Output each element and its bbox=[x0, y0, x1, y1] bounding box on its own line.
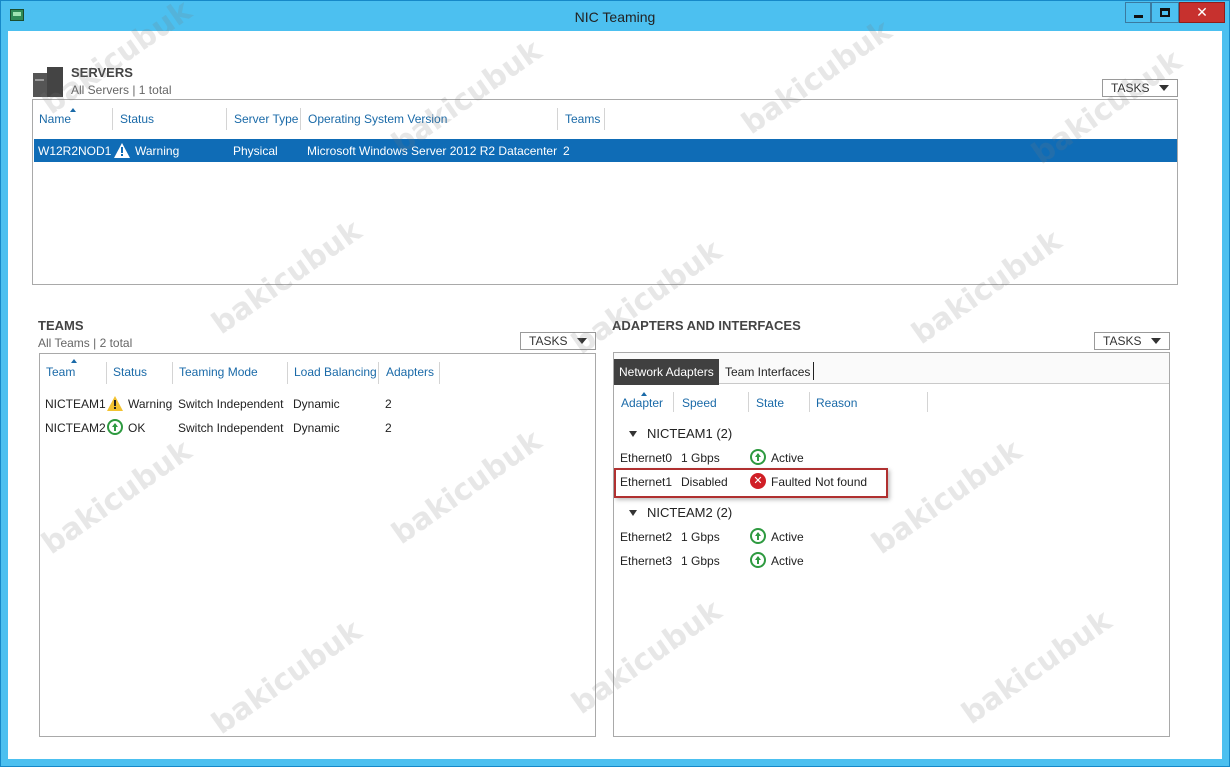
adapter-state-cell: Active bbox=[771, 451, 804, 465]
tasks-label: TASKS bbox=[529, 334, 568, 348]
tab-team-interfaces[interactable]: Team Interfaces bbox=[720, 359, 815, 385]
group-header-nicteam2[interactable]: NICTEAM2 (2) bbox=[647, 505, 732, 520]
column-header-teams[interactable]: Teams bbox=[565, 112, 600, 126]
chevron-down-icon bbox=[1151, 338, 1161, 344]
adapter-speed-cell: 1 Gbps bbox=[681, 554, 720, 568]
servers-title: SERVERS bbox=[71, 65, 133, 80]
tasks-label: TASKS bbox=[1111, 81, 1150, 95]
servers-table bbox=[32, 99, 1178, 285]
team-adapters-cell: 2 bbox=[385, 397, 392, 411]
title-bar[interactable]: NIC Teaming ✕ bbox=[1, 1, 1229, 32]
collapse-triangle-icon[interactable] bbox=[629, 431, 637, 437]
adapter-state-cell: Active bbox=[771, 554, 804, 568]
ok-icon bbox=[750, 449, 766, 465]
warning-icon bbox=[107, 396, 123, 411]
tasks-label: TASKS bbox=[1103, 334, 1142, 348]
close-button[interactable]: ✕ bbox=[1179, 2, 1225, 23]
column-header-load-balancing[interactable]: Load Balancing bbox=[294, 365, 377, 379]
window-title: NIC Teaming bbox=[574, 9, 656, 25]
column-header-adapters[interactable]: Adapters bbox=[386, 365, 434, 379]
team-lb-cell: Dynamic bbox=[293, 421, 340, 435]
ok-icon bbox=[107, 419, 123, 435]
server-os-cell: Microsoft Windows Server 2012 R2 Datacen… bbox=[307, 144, 558, 158]
collapse-triangle-icon[interactable] bbox=[629, 510, 637, 516]
adapters-title: ADAPTERS AND INTERFACES bbox=[612, 318, 801, 333]
server-name-cell: W12R2NOD1 bbox=[38, 144, 112, 158]
tab-network-adapters[interactable]: Network Adapters bbox=[614, 359, 719, 385]
minimize-icon bbox=[1133, 15, 1143, 18]
team-mode-cell: Switch Independent bbox=[178, 421, 284, 435]
column-header-server-type[interactable]: Server Type bbox=[234, 112, 298, 126]
faulted-row-highlight bbox=[614, 468, 888, 498]
column-header-name[interactable]: Name bbox=[39, 112, 71, 126]
chevron-down-icon bbox=[1159, 85, 1169, 91]
team-name-cell[interactable]: NICTEAM2 bbox=[45, 421, 106, 435]
team-status-cell: OK bbox=[128, 421, 146, 435]
maximize-button[interactable] bbox=[1151, 2, 1179, 23]
column-header-speed[interactable]: Speed bbox=[682, 396, 717, 410]
adapter-name-cell[interactable]: Ethernet0 bbox=[620, 451, 672, 465]
close-icon: ✕ bbox=[1196, 4, 1208, 20]
adapter-speed-cell: 1 Gbps bbox=[681, 451, 720, 465]
team-name-cell[interactable]: NICTEAM1 bbox=[45, 397, 106, 411]
column-header-os-version[interactable]: Operating System Version bbox=[308, 112, 447, 126]
adapter-name-cell[interactable]: Ethernet2 bbox=[620, 530, 672, 544]
server-status-cell: Warning bbox=[135, 144, 180, 158]
group-header-nicteam1[interactable]: NICTEAM1 (2) bbox=[647, 426, 732, 441]
teams-title: TEAMS bbox=[38, 318, 84, 333]
maximize-icon bbox=[1160, 8, 1170, 17]
teams-subtitle: All Teams | 2 total bbox=[38, 336, 133, 350]
column-header-team[interactable]: Team bbox=[46, 365, 75, 379]
team-adapters-cell: 2 bbox=[385, 421, 392, 435]
adapter-name-cell[interactable]: Ethernet3 bbox=[620, 554, 672, 568]
servers-tasks-button[interactable]: TASKS bbox=[1102, 79, 1178, 97]
sort-ascending-icon bbox=[71, 359, 77, 363]
team-lb-cell: Dynamic bbox=[293, 397, 340, 411]
server-type-cell: Physical bbox=[233, 144, 278, 158]
column-header-status[interactable]: Status bbox=[120, 112, 154, 126]
ok-icon bbox=[750, 528, 766, 544]
column-header-state[interactable]: State bbox=[756, 396, 784, 410]
teams-tasks-button[interactable]: TASKS bbox=[520, 332, 596, 350]
servers-subtitle: All Servers | 1 total bbox=[71, 83, 172, 97]
warning-icon bbox=[114, 143, 130, 158]
adapter-speed-cell: 1 Gbps bbox=[681, 530, 720, 544]
server-teams-cell: 2 bbox=[563, 144, 570, 158]
team-mode-cell: Switch Independent bbox=[178, 397, 284, 411]
column-header-adapter[interactable]: Adapter bbox=[621, 396, 663, 410]
column-header-reason[interactable]: Reason bbox=[816, 396, 857, 410]
team-status-cell: Warning bbox=[128, 397, 173, 411]
adapters-tasks-button[interactable]: TASKS bbox=[1094, 332, 1170, 350]
adapter-state-cell: Active bbox=[771, 530, 804, 544]
column-header-teaming-mode[interactable]: Teaming Mode bbox=[179, 365, 258, 379]
servers-icon bbox=[33, 67, 63, 97]
table-row[interactable] bbox=[34, 139, 1177, 162]
ok-icon bbox=[750, 552, 766, 568]
chevron-down-icon bbox=[577, 338, 587, 344]
column-header-status[interactable]: Status bbox=[113, 365, 147, 379]
minimize-button[interactable] bbox=[1125, 2, 1151, 23]
